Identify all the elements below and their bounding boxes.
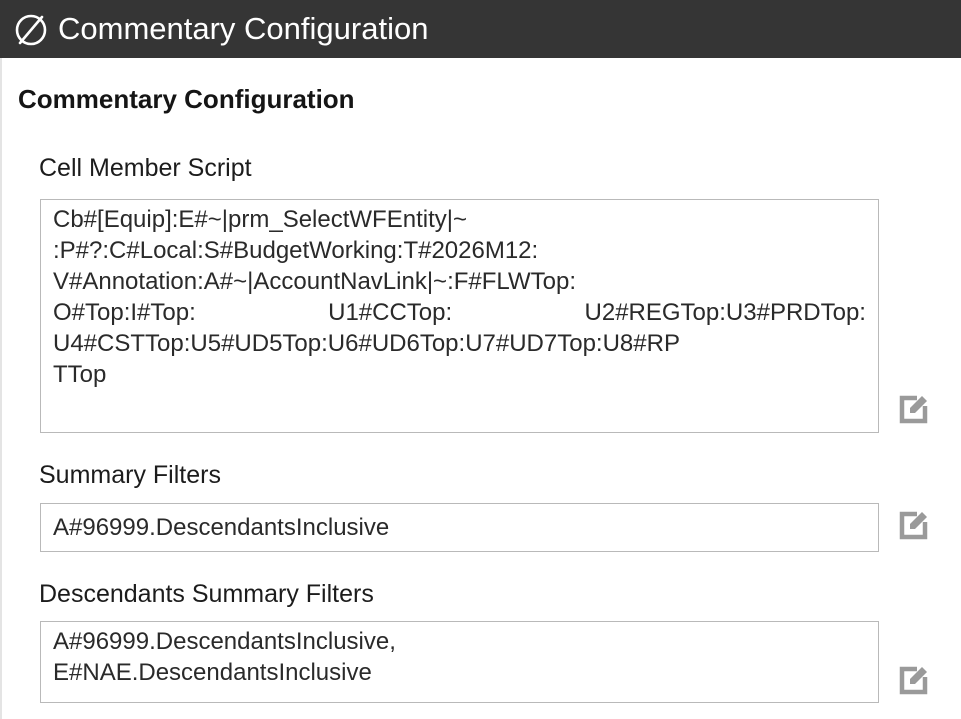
summary-filters-label: Summary Filters	[39, 461, 221, 489]
edit-icon	[899, 395, 928, 424]
summary-filters-field[interactable]: A#96999.DescendantsInclusive	[40, 503, 879, 552]
descendants-summary-filters-label: Descendants Summary Filters	[39, 580, 374, 608]
edit-descendants-summary-filters-button[interactable]	[896, 662, 932, 698]
descendants-filter-line: A#96999.DescendantsInclusive,	[53, 628, 396, 655]
script-line: TTop	[53, 361, 107, 388]
script-line: :P#?:C#Local:S#BudgetWorking:T#2026M12:	[53, 237, 539, 264]
cell-member-script-label: Cell Member Script	[39, 154, 252, 182]
title-bar: Commentary Configuration	[0, 0, 961, 58]
script-segment: U2#REGTop:U3#PRDTop:	[584, 299, 866, 326]
summary-filters-value: A#96999.DescendantsInclusive	[53, 514, 390, 541]
script-line: O#Top:I#Top: U1#CCTop: U2#REGTop:U3#PRDT…	[53, 297, 866, 328]
script-segment: O#Top:I#Top:	[53, 299, 196, 326]
script-line: U4#CSTTop:U5#UD5Top:U6#UD6Top:U7#UD7Top:…	[53, 330, 680, 357]
script-line: Cb#[Equip]:E#~|prm_SelectWFEntity|~	[53, 206, 467, 233]
edit-summary-filters-button[interactable]	[896, 507, 932, 543]
window-title: Commentary Configuration	[58, 11, 429, 46]
section-title: Commentary Configuration	[18, 84, 355, 114]
edit-icon	[899, 511, 928, 540]
descendants-summary-filters-field[interactable]: A#96999.DescendantsInclusive, E#NAE.Desc…	[40, 621, 879, 703]
descendants-filter-line: E#NAE.DescendantsInclusive	[53, 659, 372, 686]
edit-cell-member-script-button[interactable]	[896, 391, 932, 427]
edit-icon	[899, 666, 928, 695]
commentary-configuration-window: Commentary Configuration Commentary Conf…	[0, 0, 961, 719]
configuration-panel: Commentary Configuration Cell Member Scr…	[0, 58, 961, 719]
script-segment: U1#CCTop:	[328, 299, 453, 326]
script-line: V#Annotation:A#~|AccountNavLink|~:F#FLWT…	[53, 268, 576, 295]
app-logo-icon	[14, 13, 48, 47]
cell-member-script-field[interactable]: Cb#[Equip]:E#~|prm_SelectWFEntity|~ :P#?…	[40, 199, 879, 433]
